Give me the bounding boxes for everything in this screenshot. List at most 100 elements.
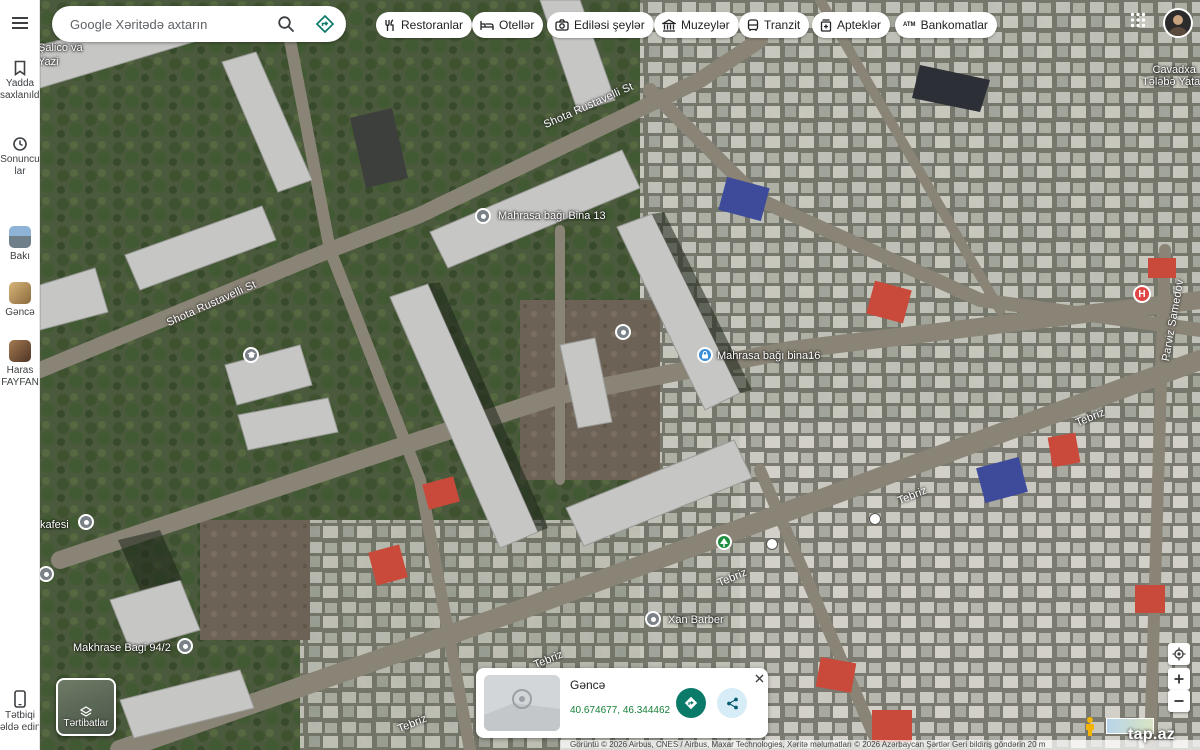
zoom-out-button[interactable] bbox=[1168, 690, 1190, 712]
satellite-map[interactable] bbox=[0, 0, 1200, 750]
rail-recent-button[interactable]: Sonuncu lar bbox=[0, 136, 40, 178]
share-icon bbox=[726, 697, 738, 709]
rail-label: Gəncə bbox=[5, 307, 35, 318]
rail-label: əldə edin bbox=[0, 722, 40, 733]
bed-icon bbox=[480, 20, 494, 30]
close-icon bbox=[755, 674, 763, 682]
search-input[interactable] bbox=[70, 14, 270, 34]
bus-stop-icon[interactable] bbox=[766, 538, 778, 550]
bus-icon bbox=[747, 18, 759, 31]
watermark: tap.az bbox=[1128, 726, 1176, 743]
place-label-xan-barber[interactable]: Xan Barber bbox=[668, 614, 724, 626]
pin-dot-icon bbox=[182, 643, 188, 649]
zoom-in-button[interactable] bbox=[1168, 668, 1190, 690]
history-icon bbox=[13, 137, 27, 151]
place-label-makhrase[interactable]: Makhrase Bagi 94/2 bbox=[73, 642, 171, 654]
place-thumbnail bbox=[9, 282, 31, 304]
museum-icon bbox=[662, 18, 676, 32]
chip-label: Apteklər bbox=[837, 18, 882, 32]
minus-icon bbox=[1174, 700, 1184, 702]
hamburger-menu-icon bbox=[12, 17, 28, 29]
chip-label: Muzeylər bbox=[681, 18, 730, 32]
layers-label: Tərtibatlar bbox=[63, 718, 109, 729]
bookmark-icon bbox=[14, 60, 26, 76]
place-pin-xan-barber[interactable] bbox=[645, 611, 661, 627]
park-pin[interactable] bbox=[716, 534, 732, 550]
chip-atms[interactable]: ATM Bankomatlar bbox=[895, 12, 997, 38]
layers-button[interactable]: Tərtibatlar bbox=[56, 678, 116, 736]
rail-recent-place-baki[interactable]: Bakı bbox=[0, 226, 39, 263]
chip-label: Ediləsi şeylər bbox=[574, 18, 645, 32]
chip-transit[interactable]: Tranzit bbox=[739, 12, 810, 38]
chip-label: Otellər bbox=[499, 18, 535, 32]
rail-label: lar bbox=[14, 166, 26, 177]
place-thumbnail bbox=[9, 340, 31, 362]
pin-dot-icon bbox=[83, 519, 89, 525]
street-view-thumbnail[interactable] bbox=[484, 675, 560, 731]
chip-museums[interactable]: Muzeylər bbox=[654, 12, 739, 38]
pin-dot-icon bbox=[650, 616, 656, 622]
atm-icon: ATM bbox=[903, 22, 916, 28]
rail-label: FAYFAN bbox=[1, 377, 39, 388]
hospital-icon: H bbox=[1138, 288, 1146, 300]
place-label-cavadxan[interactable]: Cavadxa Tələbə Yataq bbox=[1142, 64, 1200, 88]
lock-icon bbox=[702, 351, 708, 359]
place-label-mahrasa16[interactable]: Mahrasa bağı bina16 bbox=[717, 350, 820, 362]
rail-get-app-button[interactable]: Tətbiqi əldə edin bbox=[0, 690, 40, 734]
pegman-icon[interactable] bbox=[1082, 716, 1098, 736]
fork-knife-icon bbox=[385, 18, 394, 31]
place-label-mahrasa13[interactable]: Mahrasa bağı Bina 13 bbox=[498, 210, 606, 222]
rail-label: Sonuncu bbox=[0, 154, 40, 165]
menu-button[interactable] bbox=[0, 16, 39, 32]
rail-label: Yadda bbox=[5, 78, 35, 89]
card-share-button[interactable] bbox=[717, 688, 747, 718]
pin-dot-icon bbox=[620, 329, 626, 335]
place-pin-kafesi[interactable] bbox=[78, 514, 94, 530]
rail-label: Bakı bbox=[9, 251, 30, 262]
profile-photo bbox=[1168, 15, 1188, 36]
rail-recent-place-gence[interactable]: Gəncə bbox=[0, 282, 39, 319]
map-pin-placeholder-icon bbox=[484, 675, 560, 731]
place-label-partial[interactable]: Şalico va bbox=[38, 42, 83, 54]
layers-icon bbox=[80, 706, 92, 717]
pharmacy-icon bbox=[820, 18, 832, 32]
phone-icon bbox=[14, 690, 26, 708]
left-rail: Yadda saxlanıldı Sonuncu lar Bakı Gəncə … bbox=[0, 0, 40, 750]
chip-label: Tranzit bbox=[764, 18, 801, 32]
hospital-pin[interactable]: H bbox=[1133, 285, 1151, 303]
card-coordinates[interactable]: 40.674677, 46.344462 bbox=[570, 705, 670, 716]
location-info-card: Gəncə 40.674677, 46.344462 bbox=[476, 668, 768, 738]
rail-saved-button[interactable]: Yadda saxlanıldı bbox=[0, 60, 39, 102]
chip-things-to-do[interactable]: Ediləsi şeylər bbox=[547, 12, 654, 38]
place-pin-left-edge[interactable] bbox=[38, 566, 54, 582]
place-label-partial-2[interactable]: Yazi bbox=[38, 56, 59, 68]
my-location-button[interactable] bbox=[1168, 643, 1190, 665]
search-icon[interactable] bbox=[277, 15, 295, 33]
place-label-line: Cavadxa bbox=[1152, 64, 1196, 76]
school-icon bbox=[247, 351, 255, 358]
avatar[interactable] bbox=[1163, 8, 1193, 38]
apps-grid-icon[interactable] bbox=[1130, 12, 1146, 28]
school-pin[interactable] bbox=[243, 347, 259, 363]
place-thumbnail bbox=[9, 226, 31, 248]
place-label-kafesi[interactable]: kafesi bbox=[40, 519, 69, 531]
directions-icon[interactable] bbox=[316, 15, 334, 33]
bus-stop-icon[interactable] bbox=[869, 513, 881, 525]
place-pin-mahrasa16[interactable] bbox=[697, 347, 713, 363]
rail-recent-place-haras[interactable]: Haras FAYFAN bbox=[0, 340, 39, 389]
chip-restaurants[interactable]: Restoranlar bbox=[376, 12, 473, 38]
place-pin-generic[interactable] bbox=[615, 324, 631, 340]
pin-dot-icon bbox=[43, 571, 49, 577]
map-attribution: Görüntü © 2026 Airbus, CNES / Airbus, Ma… bbox=[560, 740, 1200, 750]
chip-pharmacies[interactable]: Apteklər bbox=[812, 12, 891, 38]
card-title: Gəncə bbox=[570, 678, 606, 692]
directions-icon bbox=[684, 696, 698, 710]
tree-icon bbox=[720, 537, 728, 547]
pin-dot-icon bbox=[480, 213, 486, 219]
card-directions-button[interactable] bbox=[676, 688, 706, 718]
card-close-button[interactable] bbox=[752, 671, 766, 685]
rail-label: Haras bbox=[6, 365, 34, 376]
place-pin-makhrase[interactable] bbox=[177, 638, 193, 654]
place-pin-mahrasa13[interactable] bbox=[475, 208, 491, 224]
chip-hotels[interactable]: Otellər bbox=[472, 12, 544, 38]
